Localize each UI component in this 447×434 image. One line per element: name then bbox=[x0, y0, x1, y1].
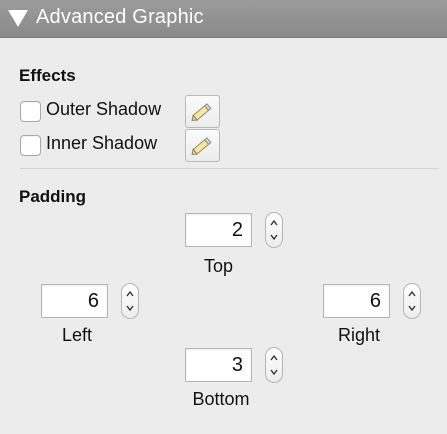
padding-top-stepper[interactable] bbox=[265, 212, 283, 248]
padding-left-label: Left bbox=[61, 325, 93, 345]
padding-right-label: Right bbox=[337, 325, 381, 345]
outer-shadow-edit-button[interactable] bbox=[185, 95, 220, 128]
inner-shadow-edit-button[interactable] bbox=[185, 129, 220, 162]
padding-top-label: Top bbox=[203, 256, 234, 276]
outer-shadow-row: Outer Shadow bbox=[20, 99, 180, 125]
chevron-up-icon[interactable] bbox=[126, 290, 134, 298]
padding-bottom-label: Bottom bbox=[192, 389, 250, 409]
inner-shadow-row: Inner Shadow bbox=[20, 133, 180, 159]
chevron-down-icon[interactable] bbox=[408, 304, 416, 312]
inner-shadow-label[interactable]: Inner Shadow bbox=[46, 133, 157, 154]
padding-heading: Padding bbox=[19, 187, 87, 206]
panel-title: Advanced Graphic bbox=[36, 6, 204, 28]
padding-bottom-stepper[interactable] bbox=[265, 347, 283, 383]
inner-shadow-checkbox[interactable] bbox=[20, 135, 41, 156]
padding-bottom-input[interactable]: 3 bbox=[185, 348, 252, 382]
padding-left-stepper[interactable] bbox=[121, 283, 139, 319]
padding-right-input[interactable]: 6 bbox=[323, 284, 390, 318]
chevron-up-icon[interactable] bbox=[270, 219, 278, 227]
chevron-up-icon[interactable] bbox=[270, 354, 278, 362]
chevron-down-icon[interactable] bbox=[270, 233, 278, 241]
panel-header[interactable]: Advanced Graphic bbox=[0, 0, 447, 38]
disclosure-triangle-icon[interactable] bbox=[8, 10, 28, 27]
pencil-icon bbox=[191, 137, 212, 155]
outer-shadow-checkbox[interactable] bbox=[20, 101, 41, 122]
chevron-down-icon[interactable] bbox=[126, 304, 134, 312]
padding-left-input[interactable]: 6 bbox=[41, 284, 108, 318]
section-divider bbox=[20, 168, 438, 169]
chevron-down-icon[interactable] bbox=[270, 368, 278, 376]
outer-shadow-label[interactable]: Outer Shadow bbox=[46, 99, 161, 120]
padding-right-stepper[interactable] bbox=[403, 283, 421, 319]
effects-heading: Effects bbox=[19, 66, 76, 85]
padding-top-input[interactable]: 2 bbox=[185, 213, 252, 247]
pencil-icon bbox=[191, 103, 212, 121]
chevron-up-icon[interactable] bbox=[408, 290, 416, 298]
